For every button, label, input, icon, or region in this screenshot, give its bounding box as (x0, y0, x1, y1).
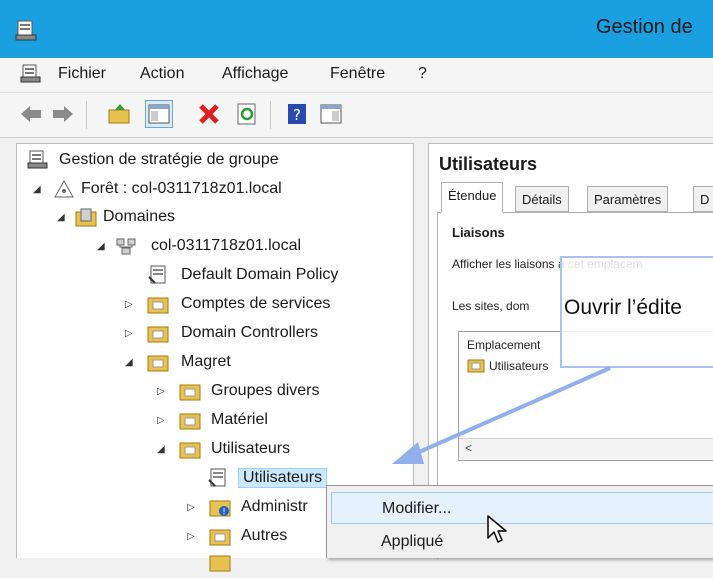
ou-blocked-folder-icon: ! (209, 500, 231, 518)
tree-label: Forêt : col-0311718z01.local (81, 180, 282, 197)
collapsed-arrow-icon[interactable]: ▷ (187, 502, 197, 513)
gpmc-icon (27, 150, 48, 169)
gpo-link-icon (148, 265, 166, 284)
title-bar: Gestion de (0, 0, 713, 58)
tree-label: Utilisateurs (237, 468, 328, 488)
ou-folder-icon (147, 355, 169, 372)
domain-icon (116, 238, 136, 255)
column-header-location[interactable]: Emplacement (467, 338, 540, 352)
tree-label: col-0311718z01.local (151, 237, 302, 254)
links-heading: Liaisons (452, 225, 505, 240)
menu-item-enforced[interactable]: Appliqué (331, 526, 713, 558)
ou-folder-icon (179, 384, 201, 401)
collapsed-arrow-icon[interactable]: ▷ (125, 328, 135, 339)
menu-item-label: Modifier... (382, 500, 452, 517)
window-title: Gestion de (596, 16, 693, 38)
ou-folder-icon (147, 326, 169, 343)
tree-label: Matériel (211, 411, 268, 428)
context-menu: Modifier... Appliqué (326, 485, 713, 558)
forward-arrow-icon[interactable] (50, 101, 76, 127)
menu-affichage[interactable]: Affichage (222, 65, 288, 83)
domains-folder-icon (75, 208, 97, 227)
delete-icon[interactable] (196, 101, 222, 127)
help-icon[interactable]: ? (284, 101, 310, 127)
tab-settings[interactable]: Paramètres (587, 186, 669, 212)
tree-label: Utilisateurs (211, 440, 291, 457)
menu-fenetre[interactable]: Fenêtre (330, 65, 385, 83)
tree-label: Groupes divers (211, 382, 320, 399)
forest-icon (54, 179, 74, 198)
expanded-arrow-icon[interactable]: ◢ (157, 444, 167, 455)
tree-label: Domain Controllers (181, 324, 318, 341)
tree-label: Domaines (103, 208, 176, 225)
system-menu-icon[interactable] (20, 64, 42, 84)
sites-text: Les sites, dom (452, 299, 530, 313)
annotation-arrow (392, 366, 611, 464)
tooltip-callout: Ouvrir l’édite (560, 256, 713, 368)
gpmc-app-icon[interactable] (14, 20, 38, 42)
tab-details[interactable]: Détails (515, 186, 569, 212)
properties-pane-icon[interactable] (318, 101, 344, 127)
menu-item-label: Appliqué (381, 533, 444, 550)
ou-folder-icon (179, 442, 201, 459)
svg-text:?: ? (293, 106, 301, 124)
collapsed-arrow-icon[interactable]: ▷ (157, 386, 167, 397)
tab-delegation[interactable]: D (693, 186, 713, 212)
ou-folder-icon (147, 297, 169, 314)
expanded-arrow-icon[interactable]: ◢ (97, 241, 107, 252)
toolbar: ? (0, 93, 713, 138)
mouse-pointer-icon (487, 515, 507, 543)
collapsed-arrow-icon[interactable]: ▷ (125, 299, 135, 310)
tab-scope[interactable]: Étendue (441, 182, 504, 213)
refresh-icon[interactable] (234, 101, 260, 127)
tree-label: Administr (241, 498, 308, 515)
menu-action[interactable]: Action (140, 65, 184, 83)
tooltip-text: Ouvrir l’édite (564, 296, 682, 319)
tree-label: Autres (241, 527, 288, 544)
collapsed-arrow-icon[interactable]: ▷ (157, 415, 167, 426)
menu-fichier[interactable]: Fichier (58, 65, 106, 83)
toolbar-separator (86, 101, 87, 129)
gpo-link-icon (208, 468, 226, 487)
collapsed-arrow-icon[interactable]: ▷ (187, 531, 197, 542)
show-hide-console-tree-icon[interactable] (145, 100, 173, 128)
expanded-arrow-icon[interactable]: ◢ (125, 357, 135, 368)
expanded-arrow-icon[interactable]: ◢ (57, 212, 67, 223)
tree-label: Gestion de stratégie de groupe (59, 151, 279, 168)
tree-label: Default Domain Policy (181, 266, 339, 283)
tree-label: Comptes de services (181, 295, 331, 312)
svg-text:!: ! (222, 508, 226, 518)
menu-help[interactable]: ? (418, 65, 427, 83)
menu-bar: Fichier Action Affichage Fenêtre ? (0, 58, 713, 93)
menu-item-edit[interactable]: Modifier... (331, 492, 713, 524)
tree-label: Magret (181, 353, 231, 370)
toolbar-separator (270, 101, 271, 129)
details-title: Utilisateurs (439, 154, 538, 174)
back-arrow-icon[interactable] (18, 101, 44, 127)
folder-up-icon[interactable] (106, 101, 132, 127)
ou-folder-icon (209, 555, 231, 572)
ou-folder-icon (209, 529, 231, 546)
expanded-arrow-icon[interactable]: ◢ (33, 184, 43, 195)
ou-folder-icon (179, 413, 201, 430)
